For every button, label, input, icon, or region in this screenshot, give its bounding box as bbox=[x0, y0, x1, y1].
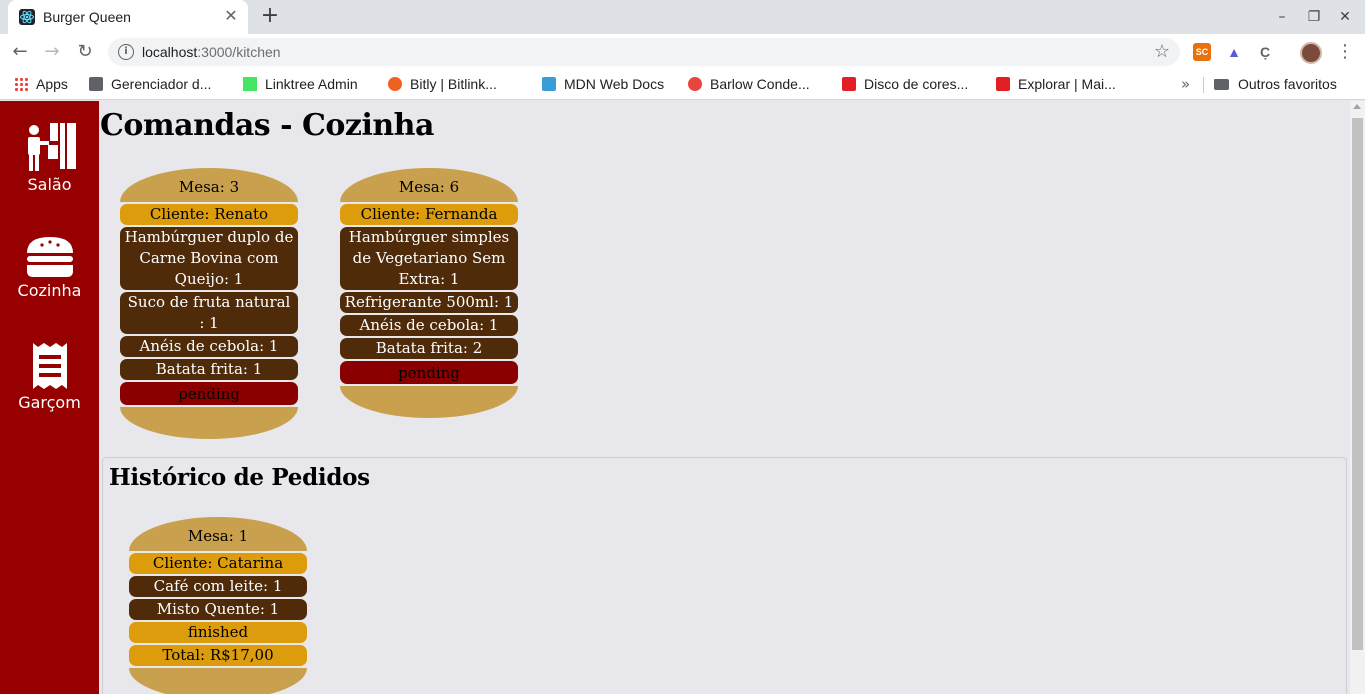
order-item: Misto Quente: 1 bbox=[129, 599, 307, 620]
sidebar-item-label: Garçom bbox=[18, 393, 81, 412]
sidebar-item-garcom[interactable]: Garçom bbox=[0, 341, 99, 431]
menu-kebab-icon[interactable]: ⋮ bbox=[1336, 41, 1354, 62]
fonts-icon bbox=[688, 77, 702, 91]
address-bar[interactable]: i localhost:3000/kitchen ☆ bbox=[108, 38, 1180, 66]
history-title: Histórico de Pedidos bbox=[109, 464, 370, 491]
bookmark-linktree[interactable]: Linktree Admin bbox=[243, 76, 358, 94]
apps-grid-icon bbox=[14, 77, 28, 91]
order-item: Refrigerante 500ml: 1 bbox=[340, 292, 518, 313]
browser-toolbar: ← → ↻ i localhost:3000/kitchen ☆ SC ▲ C̣… bbox=[0, 34, 1365, 70]
order-item: Hambúrguer duplo de Carne Bovina com Que… bbox=[120, 227, 298, 290]
extension-graduation-icon[interactable]: ▲ bbox=[1225, 43, 1243, 61]
order-item: Café com leite: 1 bbox=[129, 576, 307, 597]
bookmark-barlow[interactable]: Barlow Conde... bbox=[688, 76, 810, 94]
scroll-up-arrow-icon[interactable] bbox=[1353, 104, 1361, 109]
receipt-icon bbox=[32, 343, 67, 389]
bookmarks-more-button[interactable]: » bbox=[1181, 75, 1190, 93]
order-bun-bottom bbox=[340, 386, 518, 418]
order-item: Hambúrguer simples de Vegetariano Sem Ex… bbox=[340, 227, 518, 290]
manager-icon bbox=[89, 77, 103, 91]
order-card: Mesa: 3 Cliente: Renato Hambúrguer duplo… bbox=[120, 168, 298, 439]
extension-code-icon[interactable]: C̣ bbox=[1256, 43, 1274, 61]
order-status: finished bbox=[129, 622, 307, 643]
browser-tab[interactable]: Burger Queen ✕ bbox=[8, 0, 248, 34]
bookmarks-bar: Apps Gerenciador d... Linktree Admin Bit… bbox=[0, 70, 1365, 100]
folder-icon bbox=[1214, 79, 1229, 90]
sidebar-item-salao[interactable]: Salão bbox=[0, 121, 99, 211]
order-item: Anéis de cebola: 1 bbox=[340, 315, 518, 336]
minimize-icon[interactable]: – bbox=[1273, 8, 1291, 26]
tab-title: Burger Queen bbox=[43, 9, 131, 25]
order-item: Anéis de cebola: 1 bbox=[120, 336, 298, 357]
reload-icon[interactable]: ↻ bbox=[73, 40, 97, 64]
adobe-icon bbox=[842, 77, 856, 91]
close-icon[interactable]: ✕ bbox=[221, 6, 241, 26]
bookmark-gerenciador[interactable]: Gerenciador d... bbox=[89, 76, 211, 94]
bookmark-disco[interactable]: Disco de cores... bbox=[842, 76, 968, 94]
back-icon[interactable]: ← bbox=[8, 40, 32, 64]
order-total: Total: R$17,00 bbox=[129, 645, 307, 666]
bookmark-mdn[interactable]: MDN Web Docs bbox=[542, 76, 664, 94]
waiter-icon bbox=[27, 123, 76, 171]
order-item: Batata frita: 2 bbox=[340, 338, 518, 359]
bookmark-bitly[interactable]: Bitly | Bitlink... bbox=[388, 76, 497, 94]
order-card: Mesa: 6 Cliente: Fernanda Hambúrguer sim… bbox=[340, 168, 518, 418]
bookmark-explorar[interactable]: Explorar | Mai... bbox=[996, 76, 1116, 94]
order-table-number: Mesa: 6 bbox=[340, 168, 518, 202]
order-client: Cliente: Catarina bbox=[129, 553, 307, 574]
bookmark-star-icon[interactable]: ☆ bbox=[1154, 41, 1170, 62]
order-client: Cliente: Renato bbox=[120, 204, 298, 225]
react-icon bbox=[19, 9, 35, 25]
order-table-number: Mesa: 1 bbox=[129, 517, 307, 551]
page-scrollbar[interactable] bbox=[1350, 101, 1365, 694]
burger-icon bbox=[26, 237, 73, 277]
browser-tab-strip: Burger Queen ✕ + – ❐ ✕ bbox=[0, 0, 1365, 34]
mdn-icon bbox=[542, 77, 556, 91]
page-title: Comandas - Cozinha bbox=[100, 108, 434, 143]
url-text: localhost:3000/kitchen bbox=[142, 44, 281, 60]
app-page: Salão Cozinha Garçom Comandas - Cozinha bbox=[0, 101, 1365, 694]
forward-icon[interactable]: → bbox=[40, 40, 64, 64]
sidebar-item-cozinha[interactable]: Cozinha bbox=[0, 235, 99, 325]
order-bun-bottom bbox=[120, 407, 298, 439]
order-history-panel: Histórico de Pedidos Mesa: 1 Cliente: Ca… bbox=[102, 457, 1347, 694]
restore-icon[interactable]: ❐ bbox=[1305, 8, 1323, 26]
order-table-number: Mesa: 3 bbox=[120, 168, 298, 202]
sidebar-item-label: Cozinha bbox=[17, 281, 82, 300]
linktree-icon bbox=[243, 77, 257, 91]
order-status-button[interactable]: pending bbox=[340, 361, 518, 384]
order-status-button[interactable]: pending bbox=[120, 382, 298, 405]
info-icon[interactable]: i bbox=[118, 44, 134, 60]
order-bun-bottom bbox=[129, 668, 307, 694]
sidebar: Salão Cozinha Garçom bbox=[0, 101, 99, 694]
bookmark-apps[interactable]: Apps bbox=[14, 76, 68, 94]
order-item: Suco de fruta natural : 1 bbox=[120, 292, 298, 334]
scrollbar-thumb[interactable] bbox=[1352, 118, 1363, 650]
history-order-card: Mesa: 1 Cliente: Catarina Café com leite… bbox=[129, 517, 307, 694]
bitly-icon bbox=[388, 77, 402, 91]
adobe-icon bbox=[996, 77, 1010, 91]
sidebar-item-label: Salão bbox=[27, 175, 72, 194]
bookmarks-divider bbox=[1203, 77, 1204, 93]
window-close-icon[interactable]: ✕ bbox=[1336, 8, 1354, 26]
bookmark-other-folder[interactable]: Outros favoritos bbox=[1214, 76, 1337, 94]
order-client: Cliente: Fernanda bbox=[340, 204, 518, 225]
profile-avatar[interactable] bbox=[1300, 42, 1322, 64]
extension-sc-icon[interactable]: SC bbox=[1193, 43, 1211, 61]
new-tab-button[interactable]: + bbox=[259, 5, 281, 27]
order-item: Batata frita: 1 bbox=[120, 359, 298, 380]
